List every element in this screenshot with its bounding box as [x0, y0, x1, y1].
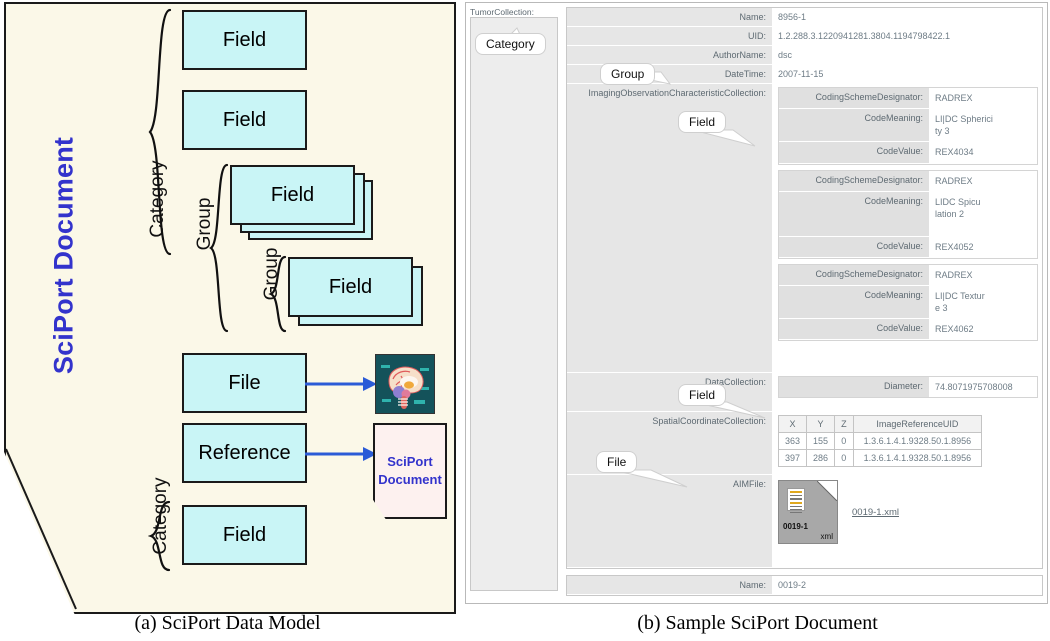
field-box-1-label: Field: [222, 28, 267, 51]
arrow-reference-to-note-icon: [305, 447, 377, 461]
field-box-group-inner-label: Field: [328, 275, 373, 298]
file-box-label: File: [228, 371, 261, 394]
caption-a: (a) SciPort Data Model: [134, 612, 321, 634]
reference-box: Reference: [182, 423, 307, 483]
page-title: SciPort Document: [48, 136, 79, 375]
caption-b: (b) Sample SciPort Document: [637, 612, 878, 634]
brain-image-icon: [375, 354, 435, 414]
sample-sciport-document-panel: TumorCollection: Name: 8956-1 UID: 1.2.2…: [465, 0, 1050, 641]
sciport-document-note-icon: SciPort Document: [373, 423, 447, 519]
callout-group[interactable]: Group: [601, 64, 655, 84]
brace-label-category-top: Category: [147, 160, 168, 238]
field-box-1: Field: [182, 10, 307, 70]
callout-category[interactable]: Category: [476, 34, 545, 54]
brace-label-group-inner: Group: [261, 247, 282, 301]
field-box-group-inner: Field: [288, 257, 413, 317]
arrow-file-to-image-icon: [305, 377, 377, 391]
field-box-bottom: Field: [182, 505, 307, 565]
reference-box-label: Reference: [198, 441, 291, 464]
note-icon-line-2: Document: [378, 472, 442, 487]
brace-label-category-bottom: Category: [150, 477, 171, 555]
file-box: File: [182, 353, 307, 413]
field-box-bottom-label: Field: [222, 523, 267, 546]
callout-field-ioc[interactable]: Field: [679, 112, 726, 132]
field-box-group-outer-label: Field: [270, 183, 315, 206]
field-box-2-label: Field: [222, 108, 267, 131]
field-box-group-outer: Field: [230, 165, 355, 225]
field-box-2: Field: [182, 90, 307, 150]
brace-label-group-outer: Group: [194, 197, 215, 251]
sciport-data-model-panel: SciPort Document Field Field Field Field…: [0, 0, 456, 641]
figure-root: SciPort Document Field Field Field Field…: [0, 0, 1050, 641]
callout-field-data[interactable]: Field: [679, 385, 726, 405]
callout-file[interactable]: File: [597, 452, 637, 472]
callout-tails: [503, 27, 766, 488]
note-icon-line-1: SciPort: [387, 454, 433, 470]
